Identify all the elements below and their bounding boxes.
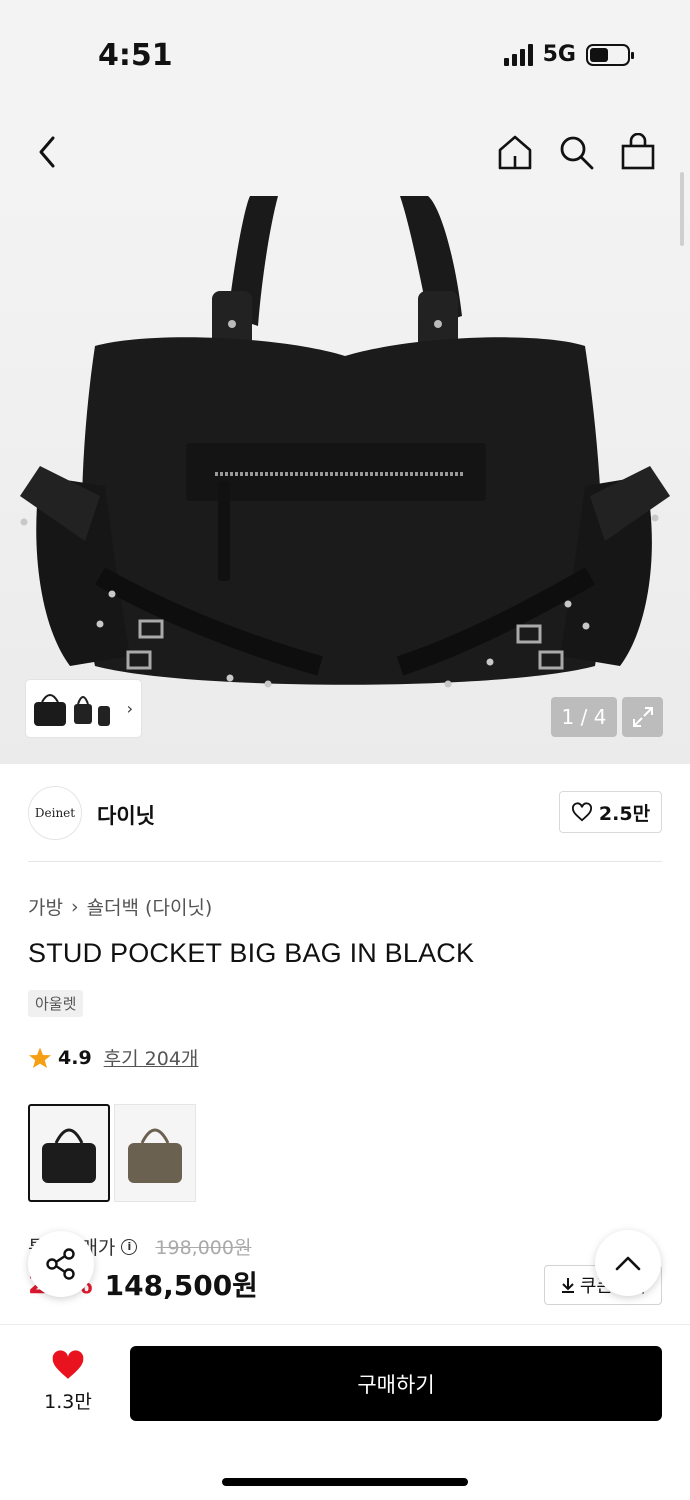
breadcrumb-category[interactable]: 가방 [28,893,63,920]
scroll-indicator [680,172,684,246]
color-option-khaki[interactable] [114,1104,196,1202]
heart-filled-icon [52,1350,84,1379]
status-time: 4:51 [98,38,173,73]
chevron-up-icon [615,1256,641,1271]
brand-like-count: 2.5만 [598,802,651,825]
chevron-right-icon: › [70,895,79,918]
home-icon[interactable] [493,130,537,174]
battery-icon [586,43,634,66]
brand-name[interactable]: 다이닛 [97,800,155,830]
bottom-action-bar: 1.3만 구매하기 [0,1324,690,1500]
scroll-top-button[interactable] [595,1230,661,1296]
color-option-black[interactable] [28,1104,110,1202]
cart-icon[interactable] [616,130,660,174]
buy-button[interactable]: 구매하기 [130,1346,662,1421]
thumbnail-image [34,693,110,726]
back-icon[interactable] [26,130,70,174]
brand-like-button[interactable]: 2.5만 [559,791,662,833]
current-price: 148,500원 [104,1269,258,1302]
share-button[interactable] [28,1231,94,1297]
signal-icon [503,43,533,66]
divider [28,861,662,862]
product-image [20,196,670,688]
reviews-link[interactable]: 후기 204개 [104,1044,199,1071]
breadcrumb: 가방 › 숄더백 (다이닛) [28,893,212,920]
image-counter: 1 / 4 [551,697,617,737]
heart-outline-icon [571,802,592,822]
rating-score: 4.9 [58,1046,92,1069]
download-icon [561,1278,574,1293]
wishlist-count: 1.3만 [44,1391,92,1413]
original-price: 198,000원 [155,1237,252,1259]
wishlist-button[interactable]: 1.3만 [28,1349,108,1414]
status-bar: 4:51 5G [0,0,690,110]
brand-row: Deinet 다이닛 2.5만 [0,764,690,862]
color-options [28,1104,196,1202]
top-navigation [0,110,690,196]
chevron-right-icon: › [126,699,133,718]
info-icon[interactable]: i [121,1238,138,1255]
search-icon[interactable] [554,130,598,174]
home-indicator [222,1478,468,1486]
share-icon [46,1248,75,1280]
product-image-gallery[interactable]: › 1 / 4 [0,196,690,764]
network-label: 5G [542,42,576,67]
rating-row: 4.9 후기 204개 [28,1044,198,1071]
breadcrumb-subcategory[interactable]: 숄더백 (다이닛) [87,893,213,920]
brand-logo[interactable]: Deinet [28,786,82,840]
expand-icon[interactable] [622,697,663,737]
product-title: STUD POCKET BIG BAG IN BLACK [28,938,475,968]
outlet-tag: 아울렛 [28,990,84,1017]
thumbnail-strip[interactable]: › [26,680,141,737]
status-indicators: 5G [503,42,634,67]
star-icon [29,1047,51,1068]
